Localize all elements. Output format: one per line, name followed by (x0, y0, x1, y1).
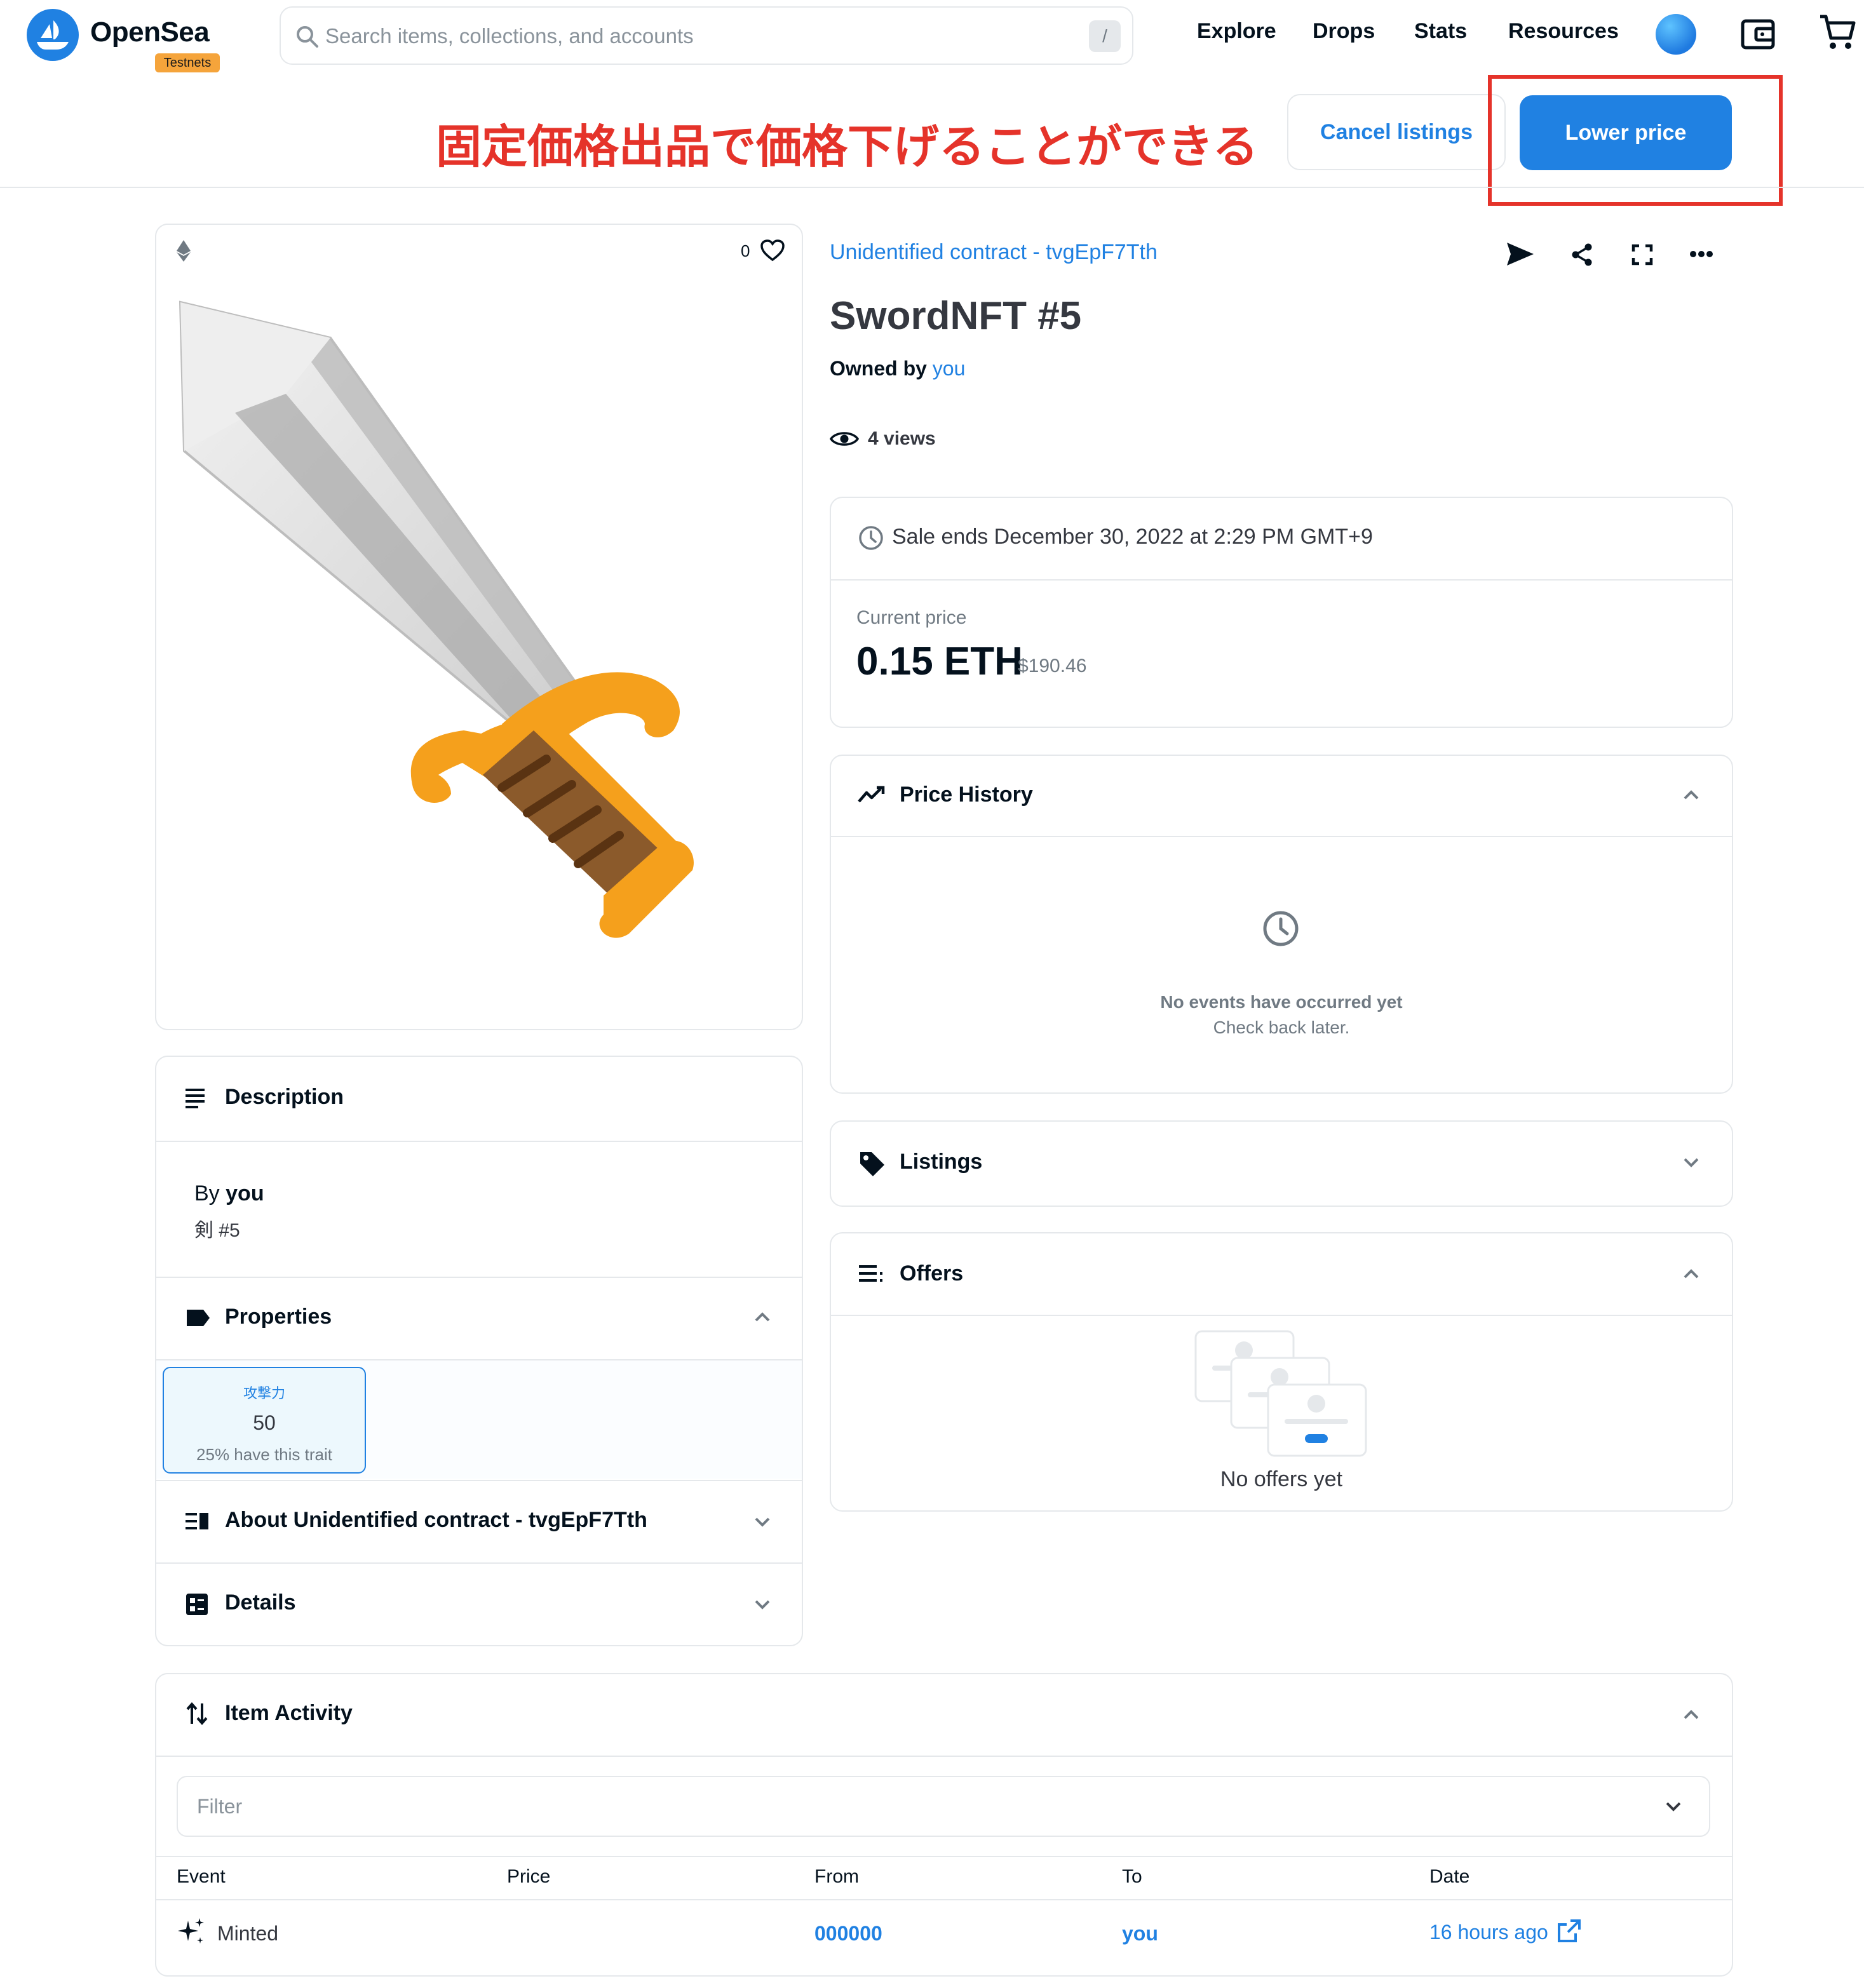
event-name: Minted (217, 1922, 279, 1945)
chevron-down-icon[interactable] (753, 1595, 771, 1613)
eye-icon (830, 432, 859, 446)
col-event: Event (177, 1866, 226, 1887)
trend-icon (858, 786, 885, 803)
owned-by-label: Owned by (830, 357, 927, 380)
sword-image (179, 300, 694, 938)
fiat-price: $190.46 (1018, 655, 1087, 676)
search-bar[interactable]: Search items, collections, and accounts … (280, 6, 1133, 65)
about-title[interactable]: About Unidentified contract - tvgEpF7Tth (225, 1508, 647, 1533)
collection-link[interactable]: Unidentified contract - tvgEpF7Tth (830, 240, 1158, 265)
more-icon[interactable] (1690, 250, 1713, 258)
item-activity-title[interactable]: Item Activity (225, 1701, 353, 1726)
sale-end-text: Sale ends December 30, 2022 at 2:29 PM G… (892, 525, 1373, 549)
chevron-up-icon[interactable] (1682, 1706, 1700, 1724)
price-history-divider (831, 836, 1732, 837)
fullscreen-icon[interactable] (1631, 244, 1653, 265)
boat-icon (37, 20, 69, 50)
about-icon (186, 1513, 208, 1529)
heart-icon[interactable] (760, 239, 785, 262)
description-card (155, 1056, 803, 1646)
asset-title: SwordNFT #5 (830, 294, 1082, 338)
nav-drops[interactable]: Drops (1313, 19, 1375, 44)
tag-icon (860, 1152, 884, 1176)
owned-by: Owned by you (830, 357, 965, 380)
chevron-up-icon[interactable] (1682, 1265, 1700, 1283)
from-link[interactable]: 000000 (814, 1922, 882, 1945)
sparkle-icon (178, 1918, 204, 1944)
label-icon (187, 1310, 210, 1326)
view-count: 4 views (868, 428, 936, 449)
price-history-empty-title: No events have occurred yet (1160, 992, 1403, 1012)
col-to: To (1122, 1866, 1142, 1887)
details-title[interactable]: Details (225, 1590, 296, 1615)
listings-title[interactable]: Listings (900, 1150, 982, 1174)
details-icon (186, 1594, 208, 1615)
offers-title[interactable]: Offers (900, 1261, 963, 1286)
swap-arrows-icon (186, 1702, 208, 1726)
empty-offers-illustration (1194, 1330, 1367, 1457)
description-text: 剣 #5 (194, 1220, 240, 1241)
share-icon[interactable] (1570, 243, 1593, 267)
col-price: Price (507, 1866, 551, 1887)
nav-resources[interactable]: Resources (1508, 19, 1619, 44)
external-link-icon[interactable] (1557, 1918, 1582, 1944)
filter-placeholder: Filter (197, 1795, 243, 1818)
current-price: 0.15 ETH (856, 640, 1023, 683)
sale-divider (831, 579, 1732, 581)
empty-clock-icon (1263, 911, 1299, 946)
description-by: By you (194, 1181, 264, 1206)
favorite-count: 0 (741, 241, 750, 260)
search-shortcut-key: / (1089, 20, 1121, 52)
trait-rarity: 25% have this trait (196, 1445, 332, 1464)
nav-stats[interactable]: Stats (1414, 19, 1467, 44)
properties-title[interactable]: Properties (225, 1305, 332, 1329)
current-price-label: Current price (856, 607, 967, 628)
annotation-text: 固定価格出品で価格下げることができる (436, 122, 1259, 173)
description-title[interactable]: Description (225, 1085, 344, 1110)
wallet-icon[interactable] (1739, 15, 1776, 52)
chevron-down-icon (1666, 1802, 1681, 1811)
cancel-listings-button[interactable]: Cancel listings (1287, 94, 1506, 170)
avatar[interactable] (1656, 14, 1696, 55)
header-divider (0, 187, 1864, 188)
search-input[interactable]: Search items, collections, and accounts (325, 24, 694, 48)
to-link[interactable]: you (1122, 1922, 1158, 1945)
offers-divider (831, 1315, 1732, 1316)
properties-top-divider (156, 1277, 802, 1278)
trait-value: 50 (253, 1411, 276, 1434)
cart-icon[interactable] (1818, 13, 1856, 52)
search-icon (297, 26, 318, 48)
chevron-up-icon[interactable] (753, 1308, 771, 1326)
col-from: From (814, 1866, 859, 1887)
chevron-down-icon[interactable] (753, 1513, 771, 1531)
send-icon[interactable] (1506, 241, 1535, 267)
price-history-empty-sub: Check back later. (1213, 1018, 1350, 1037)
col-date: Date (1429, 1866, 1470, 1887)
table-header-top-border (156, 1856, 1732, 1857)
no-offers-text: No offers yet (1220, 1467, 1343, 1491)
property-trait[interactable]: 攻撃力 50 25% have this trait (163, 1367, 366, 1474)
date-link[interactable]: 16 hours ago (1429, 1921, 1548, 1944)
chevron-up-icon[interactable] (1682, 786, 1700, 804)
by-owner[interactable]: you (226, 1181, 264, 1206)
nav-explore[interactable]: Explore (1197, 19, 1276, 44)
chevron-down-icon[interactable] (1682, 1153, 1700, 1171)
by-label: By (194, 1181, 220, 1206)
list-icon (859, 1265, 882, 1282)
testnets-badge: Testnets (155, 53, 220, 72)
opensea-logo[interactable] (27, 9, 79, 61)
filter-select[interactable]: Filter (177, 1776, 1710, 1837)
about-top-divider (156, 1480, 802, 1481)
clock-icon (859, 526, 883, 550)
table-row: Minted 000000 you 16 hours ago (156, 1900, 1732, 1970)
details-top-divider (156, 1562, 802, 1564)
price-history-title[interactable]: Price History (900, 782, 1033, 807)
ethereum-icon (177, 240, 191, 262)
description-icon (186, 1089, 205, 1108)
logo-text[interactable]: OpenSea (90, 17, 210, 48)
owner-link[interactable]: you (933, 357, 966, 380)
trait-type: 攻撃力 (243, 1385, 285, 1401)
activity-divider (156, 1756, 1732, 1757)
description-divider (156, 1141, 802, 1142)
